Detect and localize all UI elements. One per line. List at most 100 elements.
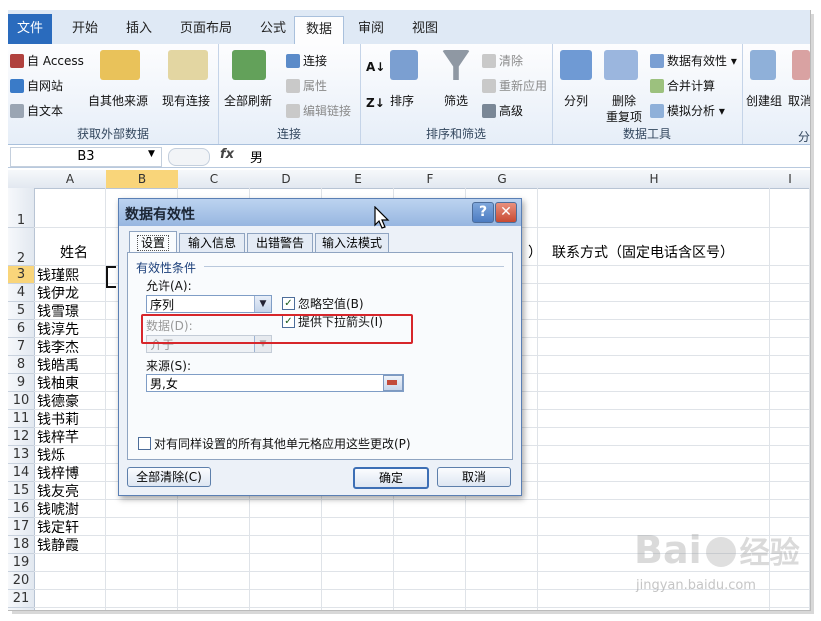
from-web-button[interactable]: 自网站 bbox=[10, 77, 63, 94]
from-access-button[interactable]: 自 Access bbox=[10, 52, 84, 69]
tab-view[interactable]: 视图 bbox=[402, 16, 448, 42]
tab-data[interactable]: 数据 bbox=[294, 16, 344, 46]
tab-home[interactable]: 开始 bbox=[62, 16, 108, 42]
name-box[interactable]: B3 bbox=[10, 147, 162, 167]
clear-all-button[interactable]: 全部清除(C) bbox=[127, 467, 211, 487]
cell-name[interactable]: 钱定轩 bbox=[37, 517, 79, 537]
filter-button[interactable]: 筛选 bbox=[444, 92, 468, 109]
row-header-16[interactable]: 16 bbox=[8, 500, 35, 518]
other-sources-button[interactable]: 自其他来源 bbox=[88, 92, 148, 109]
row-header-20[interactable]: 20 bbox=[8, 572, 35, 590]
sort-button[interactable]: 排序 bbox=[390, 92, 414, 109]
ignore-blank-checkbox[interactable]: ✓ bbox=[282, 297, 295, 310]
tab-file[interactable]: 文件 bbox=[8, 14, 52, 44]
chevron-down-icon[interactable]: ▼ bbox=[254, 296, 271, 312]
range-select-icon[interactable] bbox=[383, 375, 403, 391]
ungroup-button[interactable]: 取消 bbox=[788, 92, 810, 109]
row-header-19[interactable]: 19 bbox=[8, 554, 35, 572]
refresh-all-button[interactable]: 全部刷新 bbox=[224, 92, 272, 109]
row-header-15[interactable]: 15 bbox=[8, 482, 35, 500]
row-header-11[interactable]: 11 bbox=[8, 410, 35, 428]
row-header-5[interactable]: 5 bbox=[8, 302, 35, 320]
from-text-button[interactable]: 自文本 bbox=[10, 102, 63, 119]
cell-name[interactable]: 钱唬澍 bbox=[37, 499, 79, 519]
cell-name[interactable]: 钱瑾熙 bbox=[37, 265, 79, 285]
formula-bar-toggle[interactable] bbox=[168, 148, 210, 166]
cell-name[interactable]: 钱德豪 bbox=[37, 391, 79, 411]
edit-links-button[interactable]: 编辑链接 bbox=[286, 102, 351, 119]
chevron-down-icon[interactable]: ▼ bbox=[148, 149, 155, 159]
cell-name[interactable]: 钱柚東 bbox=[37, 373, 79, 393]
tab-error-alert[interactable]: 出错警告 bbox=[247, 233, 313, 253]
row-header-7[interactable]: 7 bbox=[8, 338, 35, 356]
row-header-9[interactable]: 9 bbox=[8, 374, 35, 392]
tab-review[interactable]: 审阅 bbox=[348, 16, 394, 42]
properties-button[interactable]: 属性 bbox=[286, 77, 327, 94]
column-header-i[interactable]: I bbox=[770, 170, 810, 189]
column-header-g[interactable]: G bbox=[466, 170, 539, 189]
consolidate-button[interactable]: 合并计算 bbox=[650, 77, 715, 94]
source-input[interactable]: 男,女 bbox=[146, 374, 404, 392]
tab-insert[interactable]: 插入 bbox=[116, 16, 162, 42]
help-button[interactable]: ? bbox=[472, 202, 494, 223]
column-header-d[interactable]: D bbox=[250, 170, 323, 189]
allow-select[interactable]: 序列 ▼ bbox=[146, 295, 272, 313]
tab-ime-mode[interactable]: 输入法模式 bbox=[315, 233, 389, 253]
advanced-button[interactable]: 高级 bbox=[482, 102, 523, 119]
reapply-button[interactable]: 重新应用 bbox=[482, 77, 547, 94]
row-header-2[interactable]: 2 bbox=[8, 228, 35, 266]
column-header-c[interactable]: C bbox=[178, 170, 251, 189]
cell-name[interactable]: 钱静霞 bbox=[37, 535, 79, 555]
sort-za-icon[interactable]: Z↓ bbox=[366, 96, 385, 110]
insert-function-icon[interactable]: fx bbox=[220, 147, 234, 162]
cell-name[interactable]: 钱梓博 bbox=[37, 463, 79, 483]
cell-name[interactable]: 钱李杰 bbox=[37, 337, 79, 357]
row-header-6[interactable]: 6 bbox=[8, 320, 35, 338]
data-validation-button[interactable]: 数据有效性 ▾ bbox=[650, 52, 737, 69]
sort-az-icon[interactable]: A↓ bbox=[366, 60, 385, 74]
cell-name[interactable]: 钱书莉 bbox=[37, 409, 79, 429]
tab-settings[interactable]: 设置 bbox=[129, 231, 177, 254]
column-header-e[interactable]: E bbox=[322, 170, 395, 189]
cell-g2[interactable]: ） bbox=[528, 242, 542, 262]
close-button[interactable]: ✕ bbox=[495, 202, 517, 223]
row-header-10[interactable]: 10 bbox=[8, 392, 35, 410]
cell-name[interactable]: 钱淳先 bbox=[37, 319, 79, 339]
row-header-8[interactable]: 8 bbox=[8, 356, 35, 374]
row-header-13[interactable]: 13 bbox=[8, 446, 35, 464]
cell-name[interactable]: 钱皓禹 bbox=[37, 355, 79, 375]
tab-input-message[interactable]: 输入信息 bbox=[179, 233, 245, 253]
row-header-14[interactable]: 14 bbox=[8, 464, 35, 482]
clear-button[interactable]: 清除 bbox=[482, 52, 523, 69]
group-button[interactable]: 创建组 bbox=[746, 92, 782, 109]
cell-h2[interactable]: 联系方式（固定电话含区号） bbox=[552, 242, 734, 262]
ok-button[interactable]: 确定 bbox=[353, 467, 429, 489]
row-header-22[interactable]: 22 bbox=[8, 608, 35, 610]
row-header-12[interactable]: 12 bbox=[8, 428, 35, 446]
column-header-h[interactable]: H bbox=[538, 170, 771, 189]
what-if-button[interactable]: 模拟分析 ▾ bbox=[650, 102, 725, 119]
formula-input[interactable]: 男 bbox=[250, 147, 263, 166]
row-header-17[interactable]: 17 bbox=[8, 518, 35, 536]
remove-duplicates-button-line2[interactable]: 重复项 bbox=[606, 108, 642, 125]
row-header-21[interactable]: 21 bbox=[8, 590, 35, 608]
column-header-b[interactable]: B bbox=[106, 170, 179, 189]
tab-formulas[interactable]: 公式 bbox=[248, 16, 298, 42]
text-to-columns-button[interactable]: 分列 bbox=[564, 92, 588, 109]
remove-duplicates-button-line1[interactable]: 删除 bbox=[612, 92, 636, 109]
tab-page-layout[interactable]: 页面布局 bbox=[170, 16, 242, 42]
cell-name[interactable]: 钱雪璟 bbox=[37, 301, 79, 321]
existing-connections-button[interactable]: 现有连接 bbox=[162, 92, 210, 109]
row-header-1[interactable]: 1 bbox=[8, 188, 35, 228]
dialog-titlebar[interactable]: 数据有效性 ? ✕ bbox=[119, 199, 521, 226]
column-header-f[interactable]: F bbox=[394, 170, 467, 189]
connections-button[interactable]: 连接 bbox=[286, 52, 327, 69]
row-header-18[interactable]: 18 bbox=[8, 536, 35, 554]
row-header-4[interactable]: 4 bbox=[8, 284, 35, 302]
cell-name[interactable]: 钱梓芊 bbox=[37, 427, 79, 447]
cancel-button[interactable]: 取消 bbox=[437, 467, 511, 487]
apply-all-checkbox[interactable] bbox=[138, 437, 151, 450]
select-all-corner[interactable] bbox=[8, 170, 35, 189]
active-cell-b3[interactable] bbox=[106, 266, 116, 288]
row-header-3[interactable]: 3 bbox=[8, 266, 35, 284]
